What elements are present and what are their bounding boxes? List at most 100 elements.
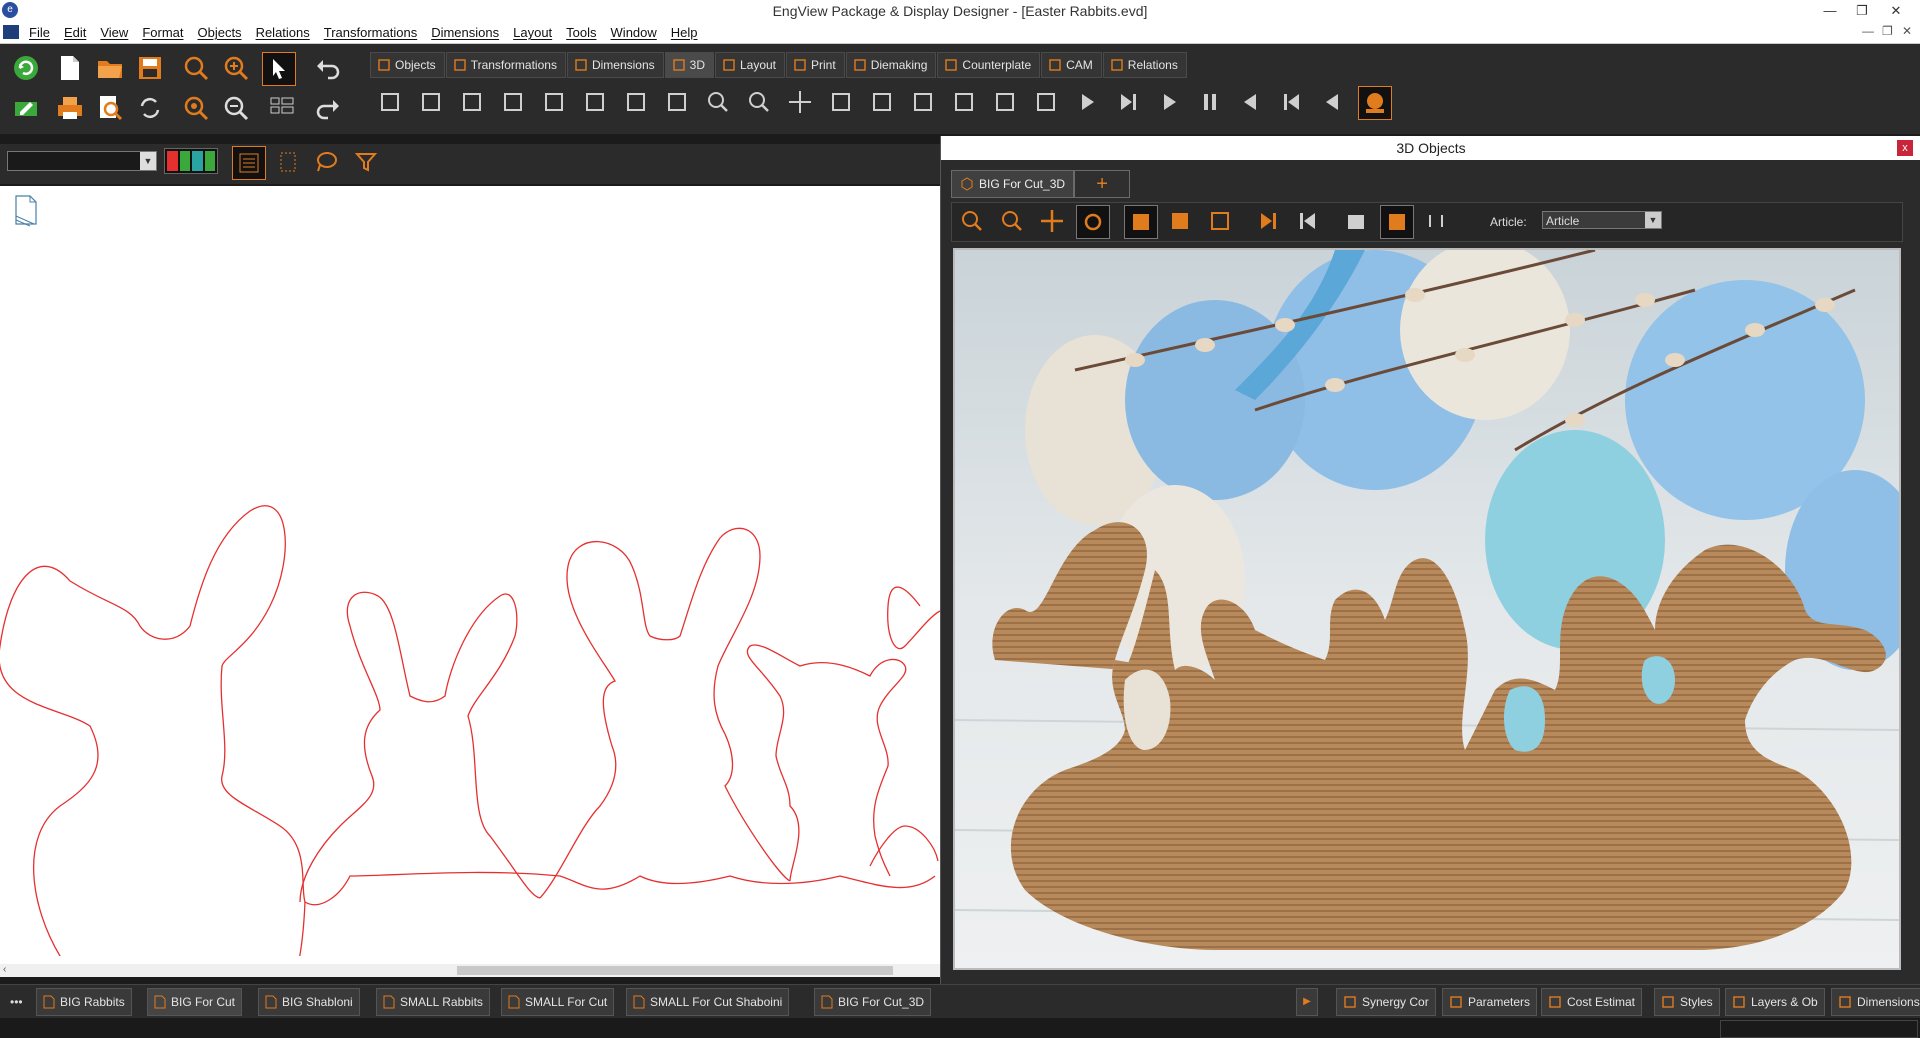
right-tab-synergy-cor[interactable]: Synergy Cor: [1336, 988, 1436, 1016]
edit-button[interactable]: [10, 92, 42, 124]
layer-combo[interactable]: ▼: [7, 151, 157, 171]
render-3d-button[interactable]: [1358, 86, 1392, 120]
panel-close-button[interactable]: x: [1897, 140, 1913, 156]
bottom-tab-big-rabbits[interactable]: BIG Rabbits: [36, 988, 132, 1016]
bottom-tab-small-rabbits[interactable]: SMALL Rabbits: [376, 988, 490, 1016]
stack-button[interactable]: [1340, 205, 1372, 237]
fold-flat-button[interactable]: [538, 86, 570, 118]
scrollbar-thumb[interactable]: [457, 966, 893, 975]
zoom-in-3d-button[interactable]: [743, 86, 775, 118]
wire-cube-button[interactable]: [989, 86, 1021, 118]
bottom-tab-big-for-cut-3d[interactable]: BIG For Cut_3D: [814, 988, 932, 1016]
play-button[interactable]: [1071, 86, 1103, 118]
export-3d-button[interactable]: [374, 86, 406, 118]
zoom-in-button[interactable]: [220, 52, 252, 84]
select-tool-button[interactable]: [262, 52, 296, 86]
tab-relations[interactable]: Relations: [1102, 52, 1187, 78]
menu-edit[interactable]: Edit: [57, 25, 93, 40]
tab-objects[interactable]: Objects: [370, 52, 445, 78]
scroll-left-icon[interactable]: ‹: [3, 964, 6, 975]
zoom-button[interactable]: [180, 52, 212, 84]
dashed-frame-button[interactable]: [272, 146, 304, 178]
step-start-button[interactable]: [1276, 86, 1308, 118]
menu-window[interactable]: Window: [604, 25, 664, 40]
render-button[interactable]: [1380, 205, 1414, 239]
search-3d-button[interactable]: [702, 86, 734, 118]
menu-transformations[interactable]: Transformations: [317, 25, 424, 40]
horizontal-scrollbar[interactable]: ‹: [0, 964, 940, 977]
right-tab-layers-ob[interactable]: Layers & Ob: [1725, 988, 1825, 1016]
menu-file[interactable]: File: [22, 25, 57, 40]
print-preview-button[interactable]: [94, 92, 126, 124]
back-button[interactable]: [1317, 86, 1349, 118]
menu-relations[interactable]: Relations: [249, 25, 317, 40]
menu-objects[interactable]: Objects: [190, 25, 248, 40]
mdi-close-button[interactable]: ✕: [1902, 24, 1912, 38]
fold-view-button[interactable]: [497, 86, 529, 118]
stack-3d-button[interactable]: [661, 86, 693, 118]
tab-transformations[interactable]: Transformations: [445, 52, 566, 78]
print-button[interactable]: [54, 92, 86, 124]
zoom-in-button[interactable]: [956, 205, 988, 237]
layout-3d-button[interactable]: [456, 86, 488, 118]
tab-cam[interactable]: CAM: [1041, 52, 1102, 78]
menu-tools[interactable]: Tools: [559, 25, 603, 40]
bottom-tab-big-shabloni[interactable]: BIG Shabloni: [258, 988, 360, 1016]
tab-print[interactable]: Print: [786, 52, 845, 78]
mdi-restore-button[interactable]: ❐: [1882, 24, 1893, 38]
solid-cube-button[interactable]: [907, 86, 939, 118]
rotate-button[interactable]: [1076, 205, 1110, 239]
redo-button[interactable]: [312, 92, 344, 124]
grid-list-button[interactable]: [266, 92, 298, 124]
right-tab-cost-estimat[interactable]: Cost Estimat: [1541, 988, 1643, 1016]
zoom-out-button[interactable]: [220, 92, 252, 124]
filter-button[interactable]: [350, 146, 382, 178]
pause-button[interactable]: [1194, 86, 1226, 118]
save-3d-button[interactable]: [415, 86, 447, 118]
shaded-cube-button[interactable]: [948, 86, 980, 118]
3d-viewport[interactable]: [953, 248, 1901, 970]
bottom-tab-big-for-cut[interactable]: BIG For Cut: [147, 988, 243, 1016]
zoom-button[interactable]: [996, 205, 1028, 237]
rotate-3d-button[interactable]: [825, 86, 857, 118]
open-folder-button[interactable]: [94, 52, 126, 84]
tab-big-for-cut-3d[interactable]: BIG For Cut_3D: [951, 170, 1075, 198]
pan-button[interactable]: [1036, 205, 1068, 237]
more-tabs-button[interactable]: •••: [10, 995, 23, 1009]
right-tab-parameters[interactable]: Parameters: [1442, 988, 1538, 1016]
bottom-tab-small-for-cut-shaboini[interactable]: SMALL For Cut Shaboini: [626, 988, 790, 1016]
prev-button[interactable]: [1235, 86, 1267, 118]
solid-box-button[interactable]: [1124, 205, 1158, 239]
save-button[interactable]: [134, 52, 166, 84]
tab-diemaking[interactable]: Diemaking: [845, 52, 937, 78]
menu-format[interactable]: Format: [135, 25, 190, 40]
tab-dimensions[interactable]: Dimensions: [566, 52, 664, 78]
undo-button[interactable]: [312, 52, 344, 84]
menu-view[interactable]: View: [93, 25, 135, 40]
minimize-button[interactable]: —: [1814, 0, 1846, 22]
pan-3d-button[interactable]: [784, 86, 816, 118]
color-palette-button[interactable]: [164, 148, 218, 174]
lasso-button[interactable]: [310, 146, 342, 178]
step-end-button[interactable]: [1112, 86, 1144, 118]
box-3d-button[interactable]: [866, 86, 898, 118]
menu-help[interactable]: Help: [664, 25, 705, 40]
bottom-tab-small-for-cut[interactable]: SMALL For Cut: [501, 988, 615, 1016]
refresh-button[interactable]: [10, 52, 42, 84]
pattern-button[interactable]: [232, 146, 266, 180]
frame-corners-button[interactable]: [579, 86, 611, 118]
shaded-box-button[interactable]: [1164, 205, 1196, 237]
menu-layout[interactable]: Layout: [506, 25, 559, 40]
swap-button[interactable]: [134, 92, 166, 124]
right-tab-styles[interactable]: Styles: [1654, 988, 1720, 1016]
tab-layout[interactable]: Layout: [714, 52, 786, 78]
close-button[interactable]: ✕: [1880, 0, 1912, 22]
wire-box-button[interactable]: [1204, 205, 1236, 237]
flip-button[interactable]: [1420, 205, 1452, 237]
new-file-button[interactable]: [54, 52, 86, 84]
image-3d-button[interactable]: [1030, 86, 1062, 118]
scroll-right-button[interactable]: ▶: [1296, 988, 1318, 1016]
right-tab-dimensions[interactable]: Dimensions: [1831, 988, 1920, 1016]
add-tab-button[interactable]: +: [1074, 170, 1131, 198]
flip-3d-button[interactable]: [620, 86, 652, 118]
